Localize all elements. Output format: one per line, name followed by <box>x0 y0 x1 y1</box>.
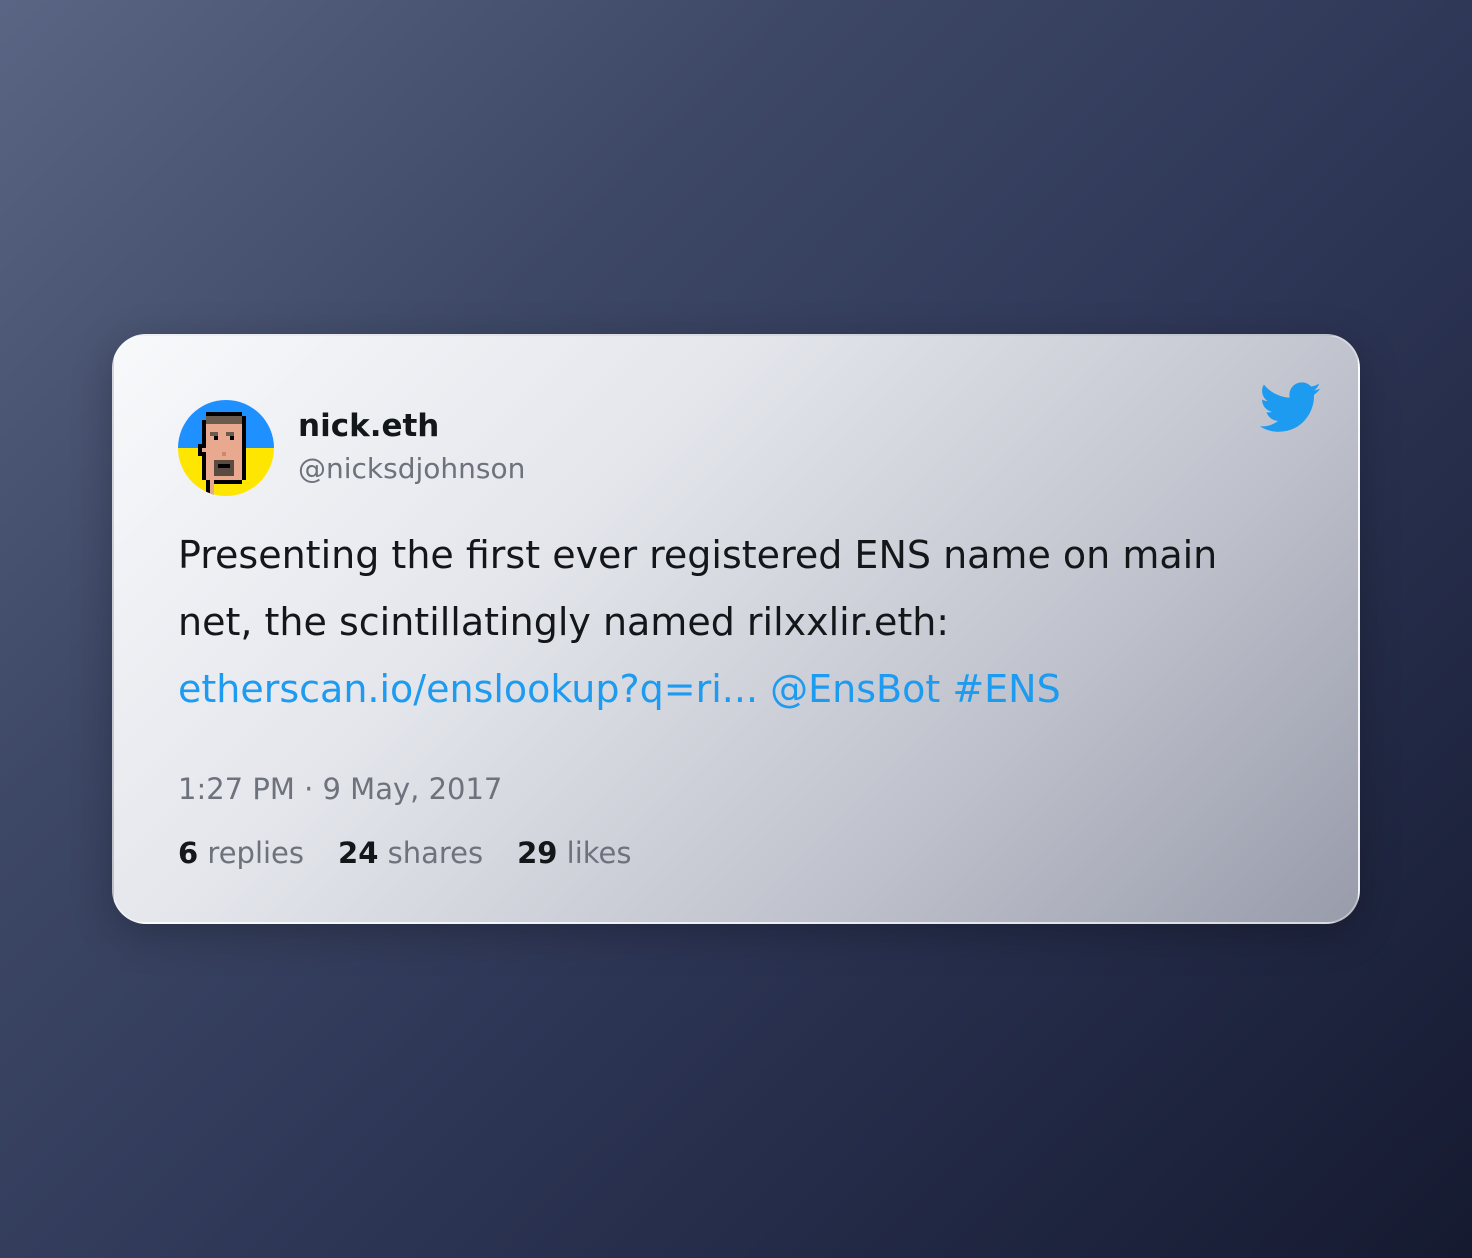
author-handle[interactable]: @nicksdjohnson <box>298 452 525 485</box>
tweet-timestamp[interactable]: 1:27 PM · 9 May, 2017 <box>178 772 502 806</box>
shares-count: 24 <box>338 836 379 870</box>
twitter-bird-icon[interactable] <box>1259 382 1322 434</box>
hashtag-link[interactable]: #ENS <box>952 667 1060 711</box>
tweet-text-line: net, the scintillatingly named rilxxlir.… <box>178 600 950 644</box>
likes-stat[interactable]: 29 likes <box>517 836 631 870</box>
author-name[interactable]: nick.eth <box>298 408 439 444</box>
replies-count: 6 <box>178 836 199 870</box>
tweet-links-line: etherscan.io/enslookup?q=ri... @EnsBot #… <box>178 656 1308 723</box>
likes-count: 29 <box>517 836 558 870</box>
tweet-text-line: Presenting the first ever registered ENS… <box>178 533 1218 577</box>
mention-link[interactable]: @EnsBot <box>770 667 940 711</box>
tweet-stats: 6 replies 24 shares 29 likes <box>178 836 632 870</box>
replies-stat[interactable]: 6 replies <box>178 836 304 870</box>
avatar[interactable] <box>178 400 274 496</box>
etherscan-link[interactable]: etherscan.io/enslookup?q=ri... <box>178 667 758 711</box>
shares-label: shares <box>387 836 484 870</box>
tweet-text: Presenting the first ever registered ENS… <box>178 522 1308 723</box>
shares-stat[interactable]: 24 shares <box>338 836 483 870</box>
tweet-card: nick.eth @nicksdjohnson Presenting the f… <box>112 334 1360 924</box>
likes-label: likes <box>566 836 632 870</box>
replies-label: replies <box>207 836 305 870</box>
